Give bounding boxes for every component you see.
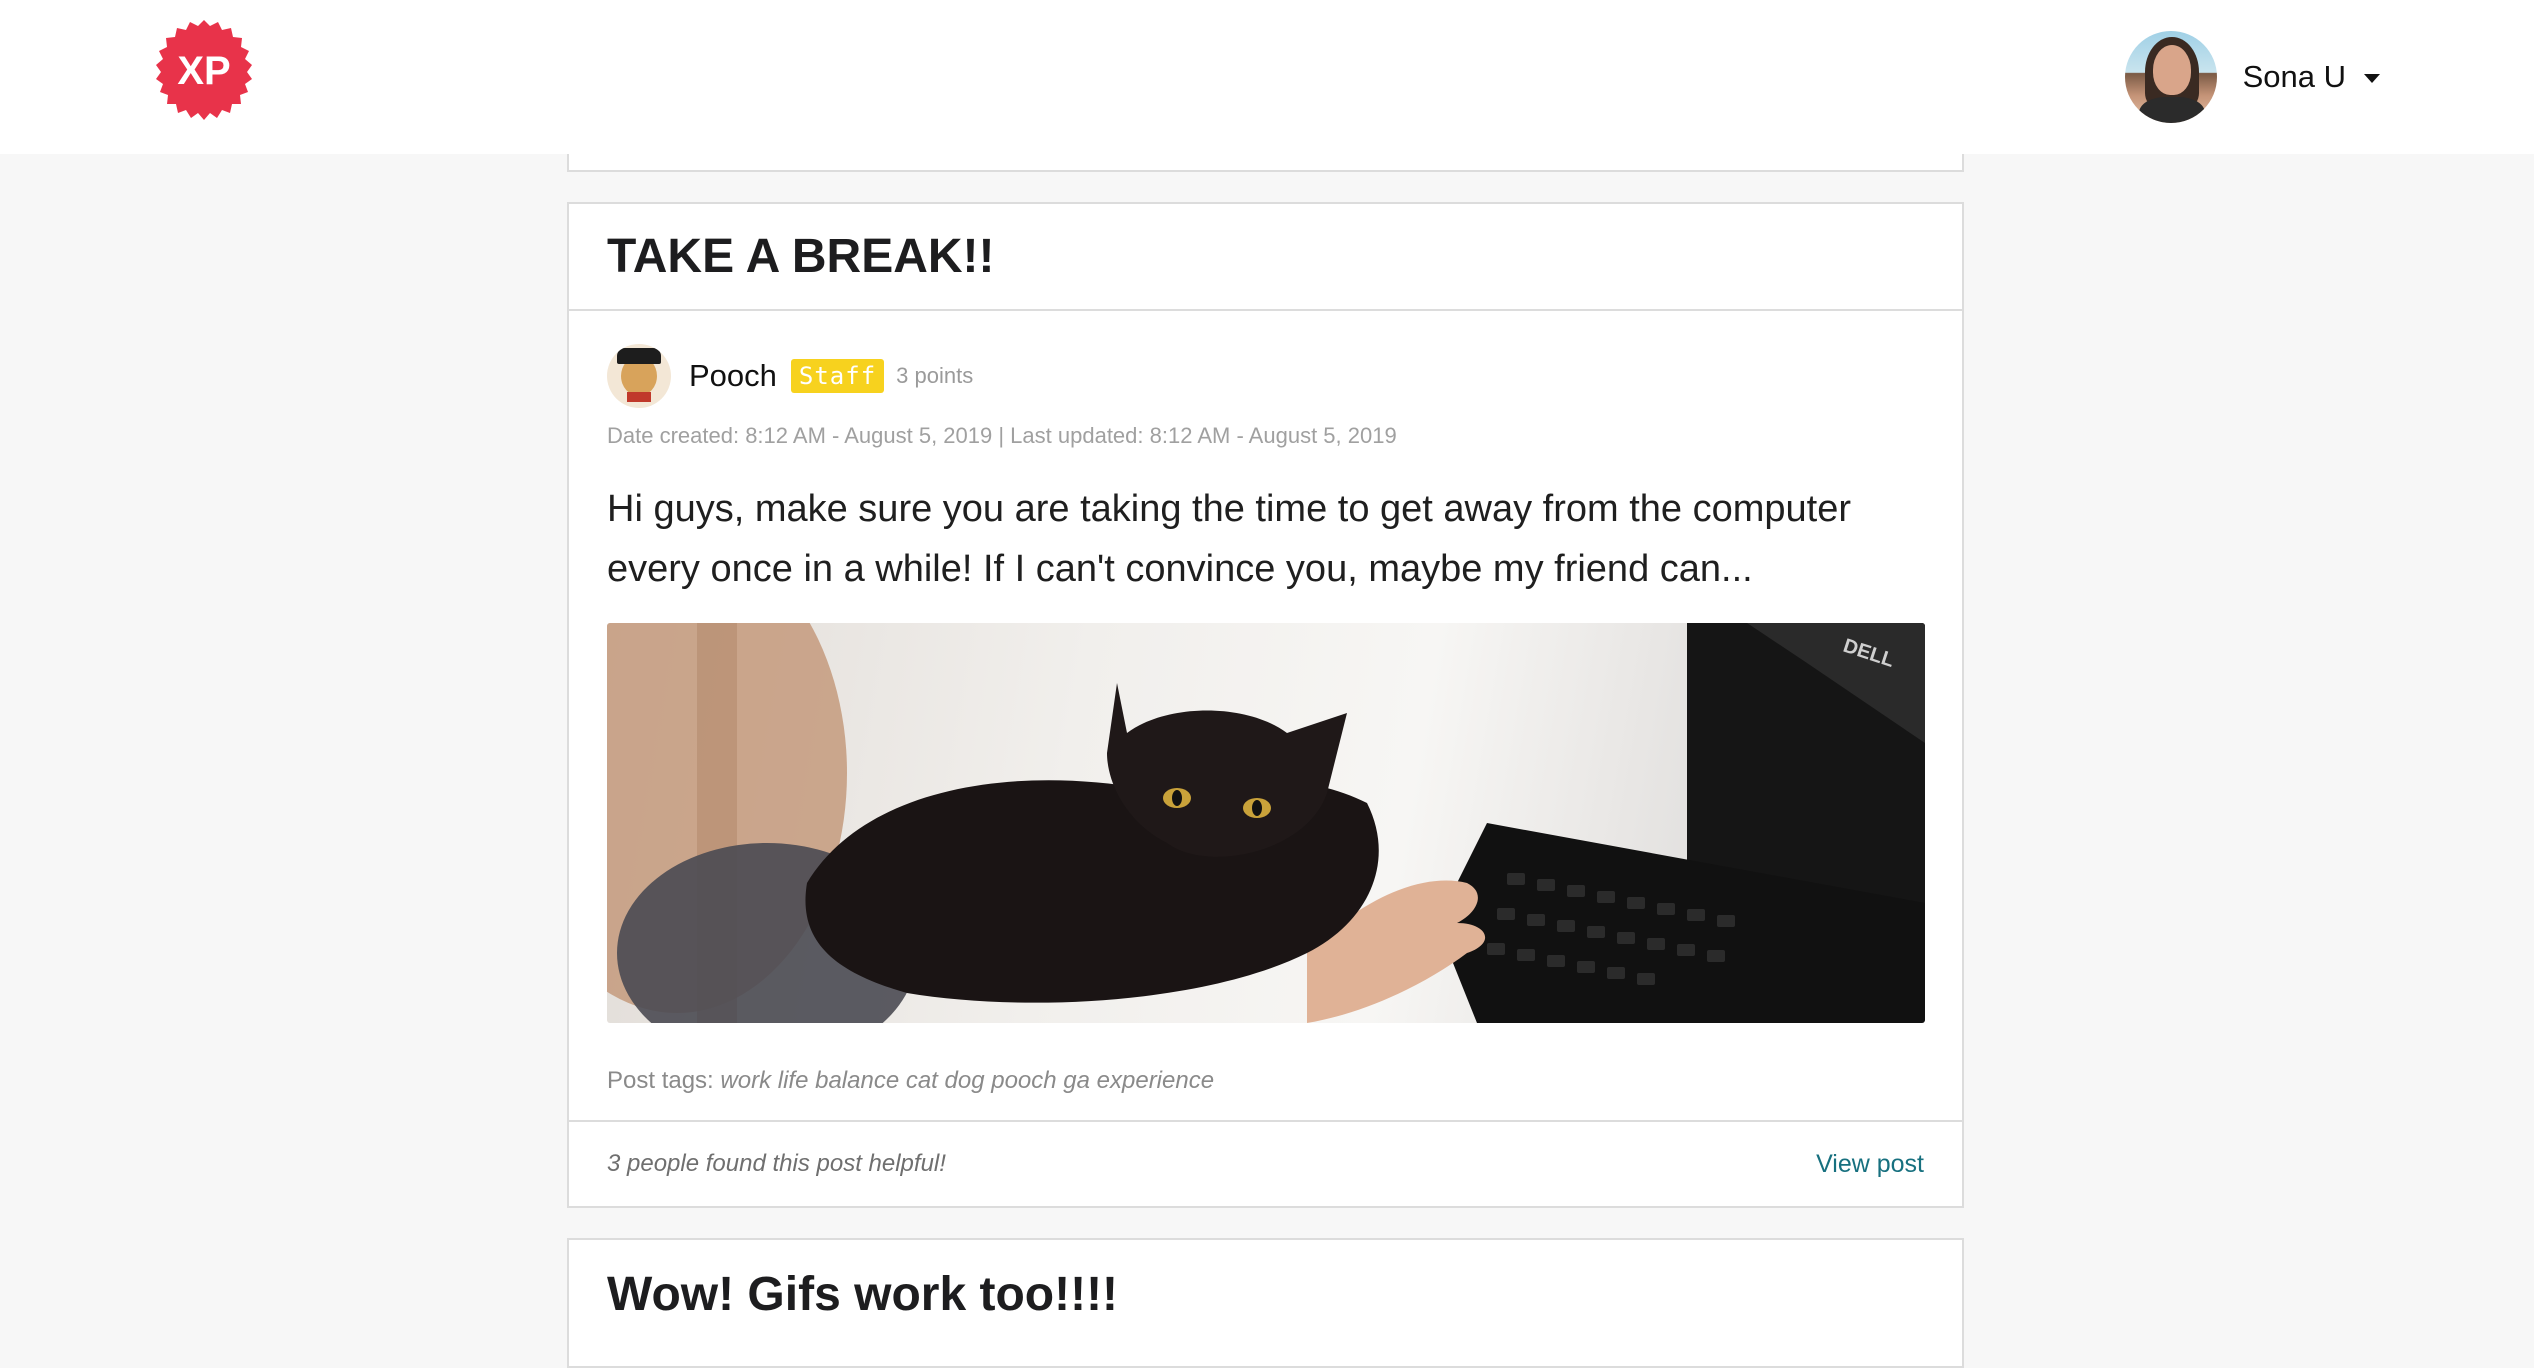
view-post-link[interactable]: View post <box>1816 1150 1924 1179</box>
post-title: TAKE A BREAK!! <box>569 204 1962 311</box>
post-body: Pooch Staff 3 points Date created: 8:12 … <box>569 343 1962 1095</box>
author-row: Pooch Staff 3 points <box>607 343 1924 409</box>
xp-logo[interactable]: XP <box>154 20 254 120</box>
author-avatar[interactable] <box>607 344 671 408</box>
post-tags: Post tags: work life balance cat dog poo… <box>607 1067 1924 1095</box>
next-post-card: Wow! Gifs work too!!!! <box>567 1238 1964 1368</box>
xp-badge-logo-icon: XP <box>156 20 252 120</box>
helpful-count: 3 people found this post helpful! <box>607 1150 946 1177</box>
post-tags-list: work life balance cat dog pooch ga exper… <box>720 1067 1215 1094</box>
post-image: DELL <box>607 623 1925 1023</box>
top-navbar: XP Sona U <box>0 0 2534 154</box>
caret-down-icon <box>2364 73 2380 83</box>
post-footer: 3 people found this post helpful! View p… <box>569 1120 1962 1206</box>
staff-badge: Staff <box>790 359 885 393</box>
cat-on-keyboard-image: DELL <box>607 623 1925 1023</box>
user-name: Sona U <box>2242 59 2346 94</box>
author-name[interactable]: Pooch <box>689 358 777 394</box>
svg-text:XP: XP <box>177 49 230 93</box>
author-points: 3 points <box>896 363 974 388</box>
user-menu-dropdown[interactable]: Sona U <box>2124 30 2380 124</box>
post-dates: Date created: 8:12 AM - August 5, 2019 |… <box>607 423 1397 448</box>
post-tags-label: Post tags: <box>607 1067 714 1094</box>
post-card: TAKE A BREAK!! Pooch Staff 3 points Date… <box>567 202 1964 1208</box>
post-text: Hi guys, make sure you are taking the ti… <box>607 488 1852 590</box>
user-avatar <box>2124 31 2217 123</box>
